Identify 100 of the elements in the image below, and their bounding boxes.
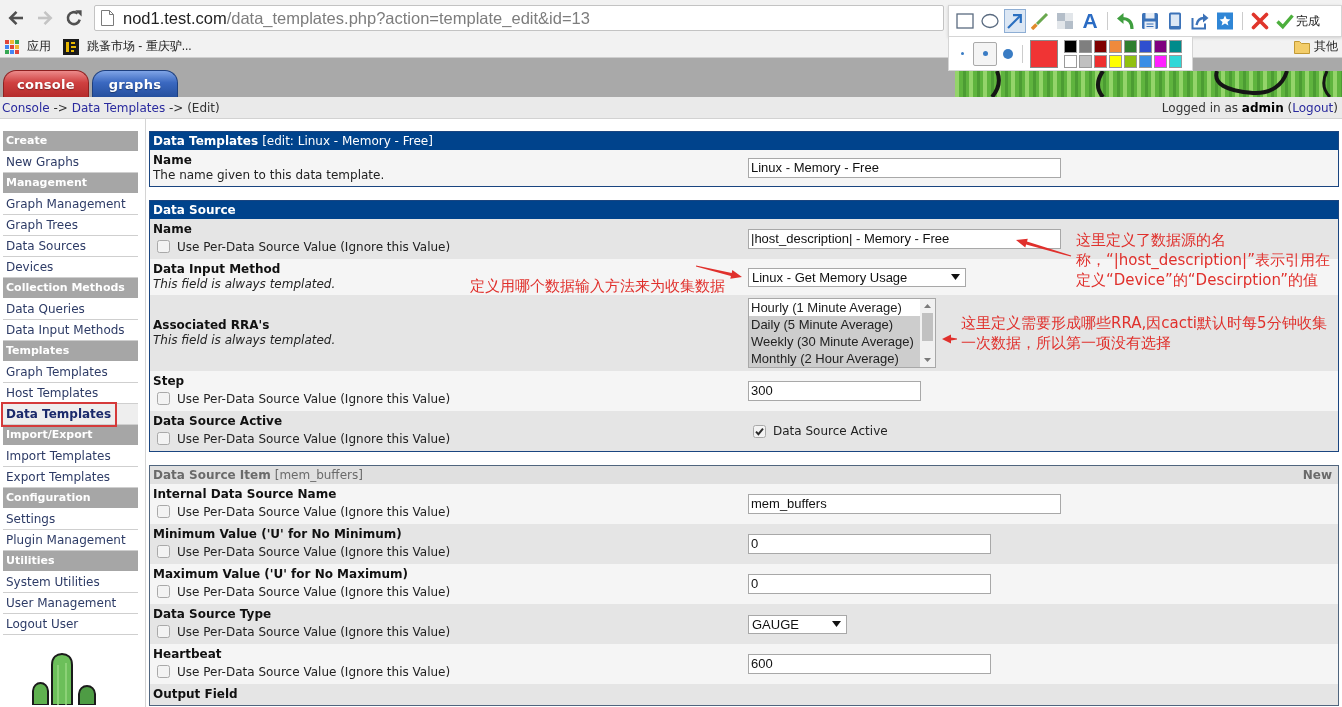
swatch-icon[interactable]	[1124, 54, 1137, 68]
reload-icon	[65, 9, 83, 27]
sidebar-item[interactable]: Data Queries	[3, 299, 138, 320]
sidebar-item[interactable]: Logout User	[3, 614, 138, 635]
swatch-icon[interactable]	[1109, 54, 1122, 68]
field-description: The name given to this data template.	[153, 168, 385, 183]
swatch-icon[interactable]	[1030, 39, 1058, 68]
caret-icon	[951, 274, 960, 280]
tablet-icon	[1166, 12, 1184, 30]
sidebar-item[interactable]: Graph Management	[3, 194, 138, 215]
listbox-option[interactable]: Daily (5 Minute Average)	[749, 316, 920, 333]
swatch-icon[interactable]	[1079, 54, 1092, 68]
swatch-icon[interactable]	[1079, 39, 1092, 53]
checkbox[interactable]	[157, 392, 170, 405]
site-icon	[63, 38, 79, 55]
field-label: Internal Data Source Name	[153, 487, 337, 502]
checkbox[interactable]	[157, 240, 170, 253]
dot-icon	[1003, 48, 1013, 59]
checkbox-label: Use Per-Data Source Value (Ignore this Value)	[177, 584, 451, 599]
breadcrumb-link[interactable]: Console	[2, 100, 50, 115]
swatch-icon[interactable]	[1154, 39, 1167, 53]
swatch-icon[interactable]	[1169, 39, 1182, 53]
swatch-icon[interactable]	[1124, 39, 1137, 53]
breadcrumb-link[interactable]: Data Templates	[71, 100, 166, 115]
text-field[interactable]: |host_description| - Memory - Free	[748, 229, 1061, 249]
text-field[interactable]: mem_buffers	[748, 494, 1061, 514]
dropdown[interactable]: Linux - Get Memory Usage	[748, 267, 966, 287]
text-field[interactable]: 300	[748, 381, 921, 401]
ellipse-icon	[981, 12, 999, 30]
bookmark-folder[interactable]: 其他	[1294, 38, 1338, 55]
save-icon	[1141, 12, 1159, 30]
checkbox[interactable]	[157, 505, 170, 518]
nav-tab[interactable]: console	[3, 70, 89, 97]
checkbox[interactable]	[157, 625, 170, 638]
listbox-option[interactable]: Weekly (30 Minute Average)	[749, 333, 920, 350]
checkbox[interactable]	[157, 432, 170, 445]
checkbox[interactable]	[157, 665, 170, 678]
scrollbar[interactable]	[920, 299, 935, 367]
swatch-icon[interactable]	[1094, 54, 1107, 68]
checkbox[interactable]	[753, 424, 766, 438]
swatch-icon[interactable]	[1109, 39, 1122, 53]
text-tool-button[interactable]: A	[1079, 9, 1101, 33]
apps-grid-icon	[5, 39, 19, 54]
nav-tab[interactable]: graphs	[92, 70, 178, 97]
sidebar-section-header: Utilities	[3, 551, 138, 571]
field-label: Data Source Active	[153, 414, 283, 429]
sidebar-section-header: Import/Export	[3, 425, 138, 445]
checkbox[interactable]	[157, 585, 170, 598]
scrollbar-thumb[interactable]	[922, 313, 933, 341]
swatch-icon[interactable]	[1139, 39, 1152, 53]
sidebar-item[interactable]: Settings	[3, 509, 138, 530]
done-button[interactable]: 完成	[1274, 12, 1320, 30]
logout-link[interactable]: Logout	[1292, 100, 1334, 115]
up-arrow-icon[interactable]	[924, 304, 931, 308]
bookmark-item[interactable]: 跳蚤市场 - 重庆驴...	[63, 38, 192, 55]
brush-icon	[1031, 12, 1049, 30]
annotation-arrow	[694, 263, 744, 281]
swatch-icon[interactable]	[1139, 54, 1152, 68]
text-field[interactable]: 0	[748, 534, 991, 554]
checkbox-label: Use Per-Data Source Value (Ignore this Value)	[177, 504, 451, 519]
sidebar-item[interactable]: Graph Templates	[3, 362, 138, 383]
share-icon	[1191, 12, 1209, 30]
field-label: Name	[153, 153, 192, 168]
panel-title: Data Source	[153, 203, 236, 217]
sidebar-item[interactable]: User Management	[3, 593, 138, 614]
dot-icon	[982, 51, 988, 56]
swatch-icon[interactable]	[1064, 39, 1077, 53]
sidebar-item[interactable]: System Utilities	[3, 572, 138, 593]
text-field[interactable]: 0	[748, 574, 991, 594]
annotation-arrow	[941, 333, 958, 345]
listbox[interactable]: Hourly (1 Minute Average) Daily (5 Minute Average) Weekly (30 Minute Average) Monthly (2 Hour Average)	[748, 298, 936, 368]
sidebar-item[interactable]: Import Templates	[3, 446, 138, 467]
panel-subtitle: [mem_buffers]	[274, 468, 363, 482]
checkbox-label: Use Per-Data Source Value (Ignore this Value)	[177, 239, 451, 254]
swatch-icon[interactable]	[1169, 54, 1182, 68]
brush-size-button[interactable]	[973, 41, 997, 66]
folder-icon	[1294, 39, 1310, 54]
text-field[interactable]: Linux - Memory - Free	[748, 158, 1061, 178]
sidebar-item[interactable]: Data Templates	[3, 404, 138, 425]
checkbox[interactable]	[157, 545, 170, 558]
address-field[interactable]: nod1.test.com/data_templates.php?action=template_edit&id=13	[94, 5, 944, 31]
sidebar-item[interactable]: Graph Trees	[3, 215, 138, 236]
swatch-icon[interactable]	[1094, 39, 1107, 53]
field-description: This field is always templated.	[153, 277, 336, 292]
rectangle-icon	[956, 12, 974, 30]
dropdown[interactable]: GAUGE	[748, 614, 847, 634]
swatch-icon[interactable]	[1064, 54, 1077, 68]
listbox-option[interactable]: Monthly (2 Hour Average)	[749, 350, 920, 367]
down-arrow-icon[interactable]	[924, 358, 931, 362]
listbox-option[interactable]: Hourly (1 Minute Average)	[749, 299, 920, 316]
bookmark-item[interactable]: 应用	[5, 38, 51, 55]
checkbox-label: Use Per-Data Source Value (Ignore this Value)	[177, 624, 451, 639]
text-field[interactable]: 600	[748, 654, 991, 674]
breadcrumb: Console -> Data Templates -> (Edit)	[2, 100, 220, 115]
sidebar-section-header: Templates	[3, 341, 138, 361]
swatch-icon[interactable]	[1154, 54, 1167, 68]
caret-icon	[832, 621, 841, 627]
sidebar-item[interactable]: Data Sources	[3, 236, 138, 257]
tool-button[interactable]	[1004, 9, 1026, 33]
new-link[interactable]: New	[1302, 468, 1332, 482]
